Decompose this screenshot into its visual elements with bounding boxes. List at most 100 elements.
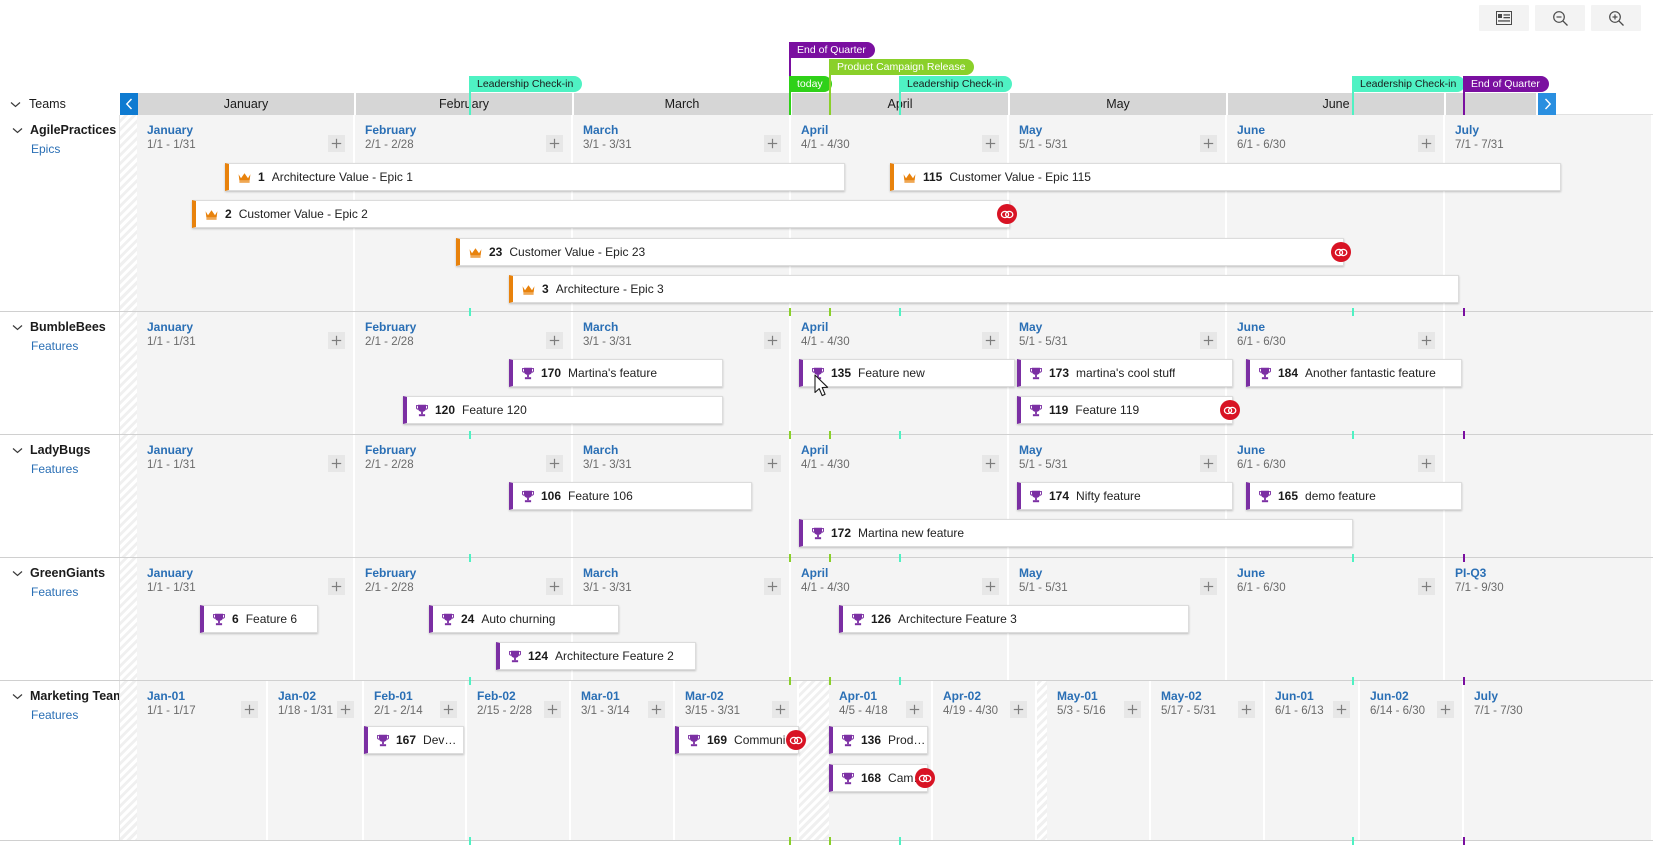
work-item-card[interactable]: 6 Feature 6: [200, 605, 318, 633]
dependency-badge[interactable]: [1220, 400, 1240, 420]
timeline-cell[interactable]: Jun-01 6/1 - 6/13: [1265, 681, 1360, 840]
add-item-button[interactable]: [764, 578, 781, 595]
dependency-badge[interactable]: [997, 204, 1017, 224]
work-item-card[interactable]: 126 Architecture Feature 3: [839, 605, 1189, 633]
add-item-button[interactable]: [1010, 701, 1027, 718]
add-item-button[interactable]: [1418, 578, 1435, 595]
add-item-button[interactable]: [546, 135, 563, 152]
month-header-overflow[interactable]: [1446, 93, 1538, 115]
milestone-flag[interactable]: End of Quarter: [1464, 76, 1549, 92]
month-header-february[interactable]: February: [356, 93, 574, 115]
team-collapse-toggle[interactable]: [12, 566, 23, 580]
add-item-button[interactable]: [764, 455, 781, 472]
dependency-badge[interactable]: [1331, 242, 1351, 262]
timeline-cell[interactable]: January 1/1 - 1/31: [137, 312, 355, 434]
timeline-cell[interactable]: July 7/1 - 7/30: [1464, 681, 1653, 840]
timeline-cell[interactable]: Apr-02 4/19 - 4/30: [933, 681, 1037, 840]
milestone-flag[interactable]: Leadership Check-in: [900, 76, 1013, 92]
work-item-card[interactable]: 106 Feature 106: [509, 482, 752, 510]
add-item-button[interactable]: [1200, 578, 1217, 595]
milestone-flag[interactable]: End of Quarter: [790, 42, 875, 58]
work-item-card[interactable]: 174 Nifty feature: [1017, 482, 1233, 510]
add-item-button[interactable]: [1333, 701, 1350, 718]
add-item-button[interactable]: [328, 332, 345, 349]
work-item-card[interactable]: 136 Produc...: [829, 726, 928, 754]
work-item-card[interactable]: 184 Another fantastic feature: [1246, 359, 1462, 387]
work-item-card[interactable]: 169Communica...: [675, 726, 799, 754]
team-name-row[interactable]: BumbleBees: [12, 320, 119, 334]
team-backlog-level[interactable]: Features: [12, 708, 119, 722]
dependency-badge[interactable]: [915, 768, 935, 788]
add-item-button[interactable]: [764, 135, 781, 152]
team-name-row[interactable]: AgilePractices T...: [12, 123, 119, 137]
timeline-cell[interactable]: May-01 5/3 - 5/16: [1047, 681, 1151, 840]
add-item-button[interactable]: [328, 135, 345, 152]
team-collapse-toggle[interactable]: [12, 320, 23, 334]
add-item-button[interactable]: [1238, 701, 1255, 718]
add-item-button[interactable]: [544, 701, 561, 718]
timeline-cell[interactable]: July 7/1 - 7/31: [1445, 115, 1653, 311]
work-item-card[interactable]: 167 Develo...: [364, 726, 464, 754]
timeline-cell[interactable]: Jan-01 1/1 - 1/17: [137, 681, 268, 840]
timeline-cell[interactable]: Mar-02 3/15 - 3/31: [675, 681, 799, 840]
add-item-button[interactable]: [982, 332, 999, 349]
add-item-button[interactable]: [440, 701, 457, 718]
card-fields-button[interactable]: [1479, 5, 1529, 31]
team-collapse-toggle[interactable]: [12, 689, 23, 703]
timeline-cell[interactable]: Mar-01 3/1 - 3/14: [571, 681, 675, 840]
team-name-row[interactable]: Marketing Team: [12, 689, 119, 703]
teams-column-header[interactable]: Teams: [0, 93, 120, 115]
zoom-out-button[interactable]: [1535, 5, 1585, 31]
add-item-button[interactable]: [1418, 135, 1435, 152]
work-item-card[interactable]: 172 Martina new feature: [799, 519, 1353, 547]
month-header-january[interactable]: January: [138, 93, 356, 115]
timeline-cell[interactable]: Apr-01 4/5 - 4/18: [829, 681, 933, 840]
month-header-april[interactable]: April: [792, 93, 1010, 115]
milestone-flag[interactable]: Product Campaign Release: [830, 59, 975, 75]
work-item-card[interactable]: 120 Feature 120: [403, 396, 723, 424]
add-item-button[interactable]: [764, 332, 781, 349]
team-collapse-toggle[interactable]: [12, 443, 23, 457]
add-item-button[interactable]: [546, 455, 563, 472]
add-item-button[interactable]: [1200, 455, 1217, 472]
month-header-may[interactable]: May: [1010, 93, 1228, 115]
work-item-card[interactable]: 24 Auto churning: [429, 605, 619, 633]
roadmap-body[interactable]: AgilePractices T... Epics January 1/1 - 1/3…: [0, 115, 1653, 852]
work-item-card[interactable]: 124 Architecture Feature 2: [496, 642, 696, 670]
work-item-card[interactable]: 1 Architecture Value - Epic 1: [225, 163, 845, 191]
work-item-card[interactable]: 173 martina's cool stuff: [1017, 359, 1233, 387]
milestone-flag[interactable]: Leadership Check-in: [470, 76, 583, 92]
team-name-row[interactable]: GreenGiants: [12, 566, 119, 580]
add-item-button[interactable]: [982, 455, 999, 472]
dependency-badge[interactable]: [786, 730, 806, 750]
timeline-cell[interactable]: June 6/1 - 6/30: [1227, 558, 1445, 680]
timeline-cell[interactable]: Feb-02 2/15 - 2/28: [467, 681, 571, 840]
milestone-flag[interactable]: Leadership Check-in: [1353, 76, 1466, 92]
team-collapse-toggle[interactable]: [12, 123, 23, 137]
add-item-button[interactable]: [241, 701, 258, 718]
work-item-card[interactable]: 2 Customer Value - Epic 2: [192, 200, 1010, 228]
team-backlog-level[interactable]: Epics: [12, 142, 119, 156]
add-item-button[interactable]: [1418, 455, 1435, 472]
work-item-card[interactable]: 168Campa...: [829, 764, 928, 792]
add-item-button[interactable]: [982, 578, 999, 595]
timeline-cell[interactable]: January 1/1 - 1/31: [137, 435, 355, 557]
team-backlog-level[interactable]: Features: [12, 462, 119, 476]
milestone-flag[interactable]: today: [790, 76, 832, 92]
add-item-button[interactable]: [648, 701, 665, 718]
timeline-cell[interactable]: [1445, 435, 1653, 557]
add-item-button[interactable]: [328, 578, 345, 595]
scroll-right-button[interactable]: [1538, 93, 1556, 115]
work-item-card[interactable]: 165 demo feature: [1246, 482, 1462, 510]
month-header-june[interactable]: June: [1228, 93, 1446, 115]
scroll-left-button[interactable]: [120, 93, 138, 115]
work-item-card[interactable]: 115 Customer Value - Epic 115: [890, 163, 1561, 191]
timeline-cell[interactable]: Jan-02 1/18 - 1/31: [268, 681, 364, 840]
timeline-cell[interactable]: Jun-02 6/14 - 6/30: [1360, 681, 1464, 840]
add-item-button[interactable]: [772, 701, 789, 718]
timeline-cell[interactable]: [1445, 312, 1653, 434]
work-item-card[interactable]: 23 Customer Value - Epic 23: [456, 238, 1344, 266]
add-item-button[interactable]: [1437, 701, 1454, 718]
add-item-button[interactable]: [1418, 332, 1435, 349]
month-header-march[interactable]: March: [574, 93, 792, 115]
